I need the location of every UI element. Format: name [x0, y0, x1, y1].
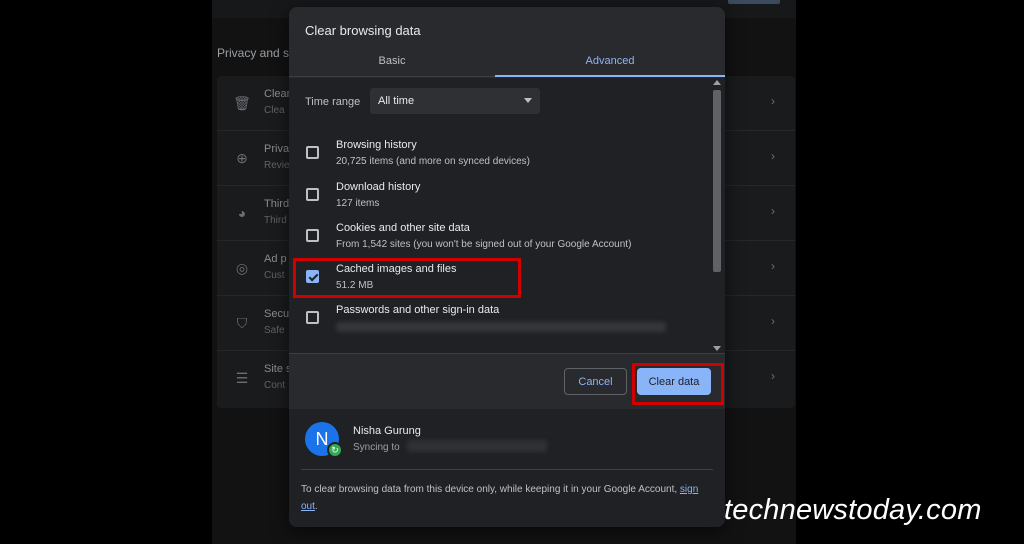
- tab-basic[interactable]: Basic: [289, 51, 495, 77]
- option-passwords: Passwords and other sign-in data: [289, 298, 709, 339]
- clear-browsing-data-dialog: Clear browsing data Basic Advanced Time …: [289, 7, 725, 527]
- tab-advanced[interactable]: Advanced: [495, 51, 725, 77]
- footnote-end: .: [314, 501, 318, 512]
- row-subtitle: Cont: [264, 380, 286, 391]
- time-range-select[interactable]: All time: [370, 88, 540, 114]
- chevron-right-icon: ›: [771, 94, 775, 108]
- privacy-section-title: Privacy and s: [217, 46, 290, 60]
- sync-status: Syncing to: [353, 442, 400, 453]
- option-desc: 127 items: [336, 198, 380, 209]
- scroll-up-arrow-icon[interactable]: [713, 80, 721, 85]
- option-name: Cookies and other site data: [336, 222, 470, 234]
- shield-icon: ⛉: [236, 315, 248, 331]
- option-desc: From 1,542 sites (you won't be signed ou…: [336, 239, 632, 250]
- sync-icon: ↻: [327, 442, 343, 458]
- chevron-right-icon: ›: [771, 204, 775, 218]
- chevron-right-icon: ›: [771, 149, 775, 163]
- dialog-scrollbar[interactable]: [711, 78, 723, 353]
- option-cookies: Cookies and other site data From 1,542 s…: [289, 216, 709, 257]
- footnote-text: To clear browsing data from this device …: [301, 484, 680, 495]
- row-title: Clear: [264, 88, 291, 100]
- passwords-checkbox[interactable]: [306, 311, 319, 324]
- option-download-history: Download history 127 items: [289, 175, 709, 216]
- sign-out-note: To clear browsing data from this device …: [301, 481, 711, 515]
- dialog-tabs: Basic Advanced: [289, 51, 725, 77]
- row-title: Priva: [264, 143, 290, 155]
- row-subtitle: Third: [264, 215, 287, 226]
- row-subtitle: Safe: [264, 325, 285, 336]
- trash-icon: 🗑: [233, 95, 251, 111]
- ad-privacy-icon: ◎: [235, 260, 249, 276]
- option-name: Passwords and other sign-in data: [336, 304, 500, 316]
- cookies-checkbox[interactable]: [306, 229, 319, 242]
- row-subtitle: Cust: [264, 270, 285, 281]
- scroll-down-arrow-icon[interactable]: [713, 346, 721, 351]
- row-title: Third: [264, 198, 290, 210]
- topbar-button-fragment: [728, 0, 780, 4]
- cookie-icon: ◕: [237, 205, 247, 221]
- account-divider: [301, 469, 713, 470]
- chevron-right-icon: ›: [771, 259, 775, 273]
- sliders-icon: ☰: [235, 370, 249, 386]
- option-browsing-history: Browsing history 20,725 items (and more …: [289, 133, 709, 174]
- row-title: Site s: [264, 363, 292, 375]
- redacted-text: [336, 322, 666, 332]
- row-title: Ad p: [264, 253, 287, 265]
- redacted-email: [407, 440, 547, 452]
- highlight-box-cached-images: [293, 258, 521, 298]
- time-range-label: Time range: [305, 96, 361, 108]
- option-desc: 20,725 items (and more on synced devices…: [336, 156, 530, 167]
- dialog-scroll-area: Time range All time Browsing history 20,…: [289, 78, 725, 353]
- row-title: Secu: [264, 308, 290, 320]
- highlight-box-clear-data: [632, 363, 724, 405]
- dropdown-caret-icon: [524, 98, 532, 103]
- chevron-right-icon: ›: [771, 314, 775, 328]
- row-subtitle: Clea: [264, 105, 285, 116]
- dialog-title: Clear browsing data: [305, 23, 421, 38]
- row-subtitle: Revie: [264, 160, 290, 171]
- option-name: Download history: [336, 181, 421, 193]
- scrollbar-thumb[interactable]: [713, 90, 721, 272]
- dialog-divider: [289, 353, 725, 354]
- browsing-history-checkbox[interactable]: [306, 146, 319, 159]
- chevron-right-icon: ›: [771, 369, 775, 383]
- time-range-value: All time: [378, 95, 415, 107]
- download-history-checkbox[interactable]: [306, 188, 319, 201]
- cancel-button[interactable]: Cancel: [564, 368, 627, 395]
- account-section: N ↻ Nisha Gurung Syncing to To clear bro…: [289, 409, 725, 527]
- watermark-text: technewstoday.com: [724, 494, 982, 526]
- account-name: Nisha Gurung: [353, 425, 421, 437]
- add-circle-icon: ⊕: [236, 150, 248, 166]
- option-name: Browsing history: [336, 139, 417, 151]
